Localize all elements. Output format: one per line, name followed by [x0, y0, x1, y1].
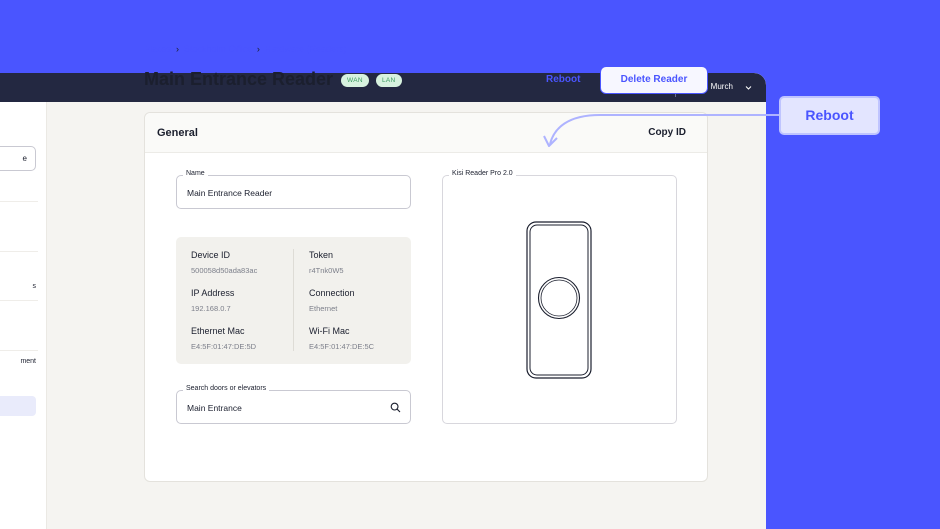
card-title: General [157, 127, 198, 139]
breadcrumb-separator: › [176, 44, 180, 54]
door-search-label: Search doors or elevators [183, 385, 270, 392]
ethernet-mac-label: Ethernet Mac [191, 326, 245, 336]
breadcrumb-stockholm-office[interactable]: Stockholm Office [184, 44, 252, 54]
ethernet-mac-value: E4:5F:01:47:DE:5D [191, 342, 257, 351]
name-field[interactable]: Name Main Entrance Reader [176, 170, 411, 209]
token-label: Token [309, 250, 334, 260]
sidebar-item-label[interactable]: ment [20, 358, 36, 365]
callout-arrow-icon [543, 114, 780, 147]
door-search-value: Main Entrance [187, 403, 242, 413]
name-field-label: Name [183, 170, 208, 177]
wifi-mac-value: E4:5F:01:47:DE:5C [309, 342, 375, 351]
reader-illustration-icon [526, 221, 592, 379]
sidebar-divider [0, 350, 38, 351]
breadcrumb-hardware-readers[interactable]: Hardware (Readers) [265, 44, 347, 54]
breadcrumb: Places › Stockholm Office › Hardware (Reader… [144, 44, 346, 54]
ip-address-value: 192.168.0.7 [191, 304, 231, 313]
wifi-mac-label: Wi-Fi Mac [309, 326, 350, 336]
reboot-button[interactable]: Reboot [546, 74, 580, 85]
breadcrumb-separator: › [256, 44, 260, 54]
page-title: Main Entrance Reader [144, 69, 334, 89]
connection-label: Connection [309, 288, 355, 298]
wan-badge: WAN [341, 74, 369, 87]
name-field-value: Main Entrance Reader [187, 188, 273, 198]
breadcrumb-places[interactable]: Places [144, 44, 171, 54]
sidebar-item-active[interactable] [0, 396, 36, 416]
device-info-panel: Device ID 500058d50ada83ac Token r4Tnk0W… [176, 237, 411, 364]
door-search-input[interactable]: Search doors or elevators Main Entrance [176, 385, 411, 424]
lan-badge: LAN [376, 74, 402, 87]
sidebar-divider [0, 300, 38, 301]
delete-reader-button[interactable]: Delete Reader [600, 66, 708, 94]
sidebar-divider [0, 201, 38, 202]
sidebar: e s ment [0, 102, 47, 529]
sidebar-item-label[interactable]: s [33, 283, 37, 290]
device-model-label: Kisi Reader Pro 2.0 [449, 170, 516, 177]
token-value: r4Tnk0W5 [309, 266, 344, 275]
info-divider [293, 249, 294, 351]
device-id-label: Device ID [191, 250, 231, 260]
reboot-callout: Reboot [779, 96, 880, 135]
sidebar-search-value: e [22, 154, 27, 163]
search-icon[interactable] [390, 402, 401, 413]
device-id-value: 500058d50ada83ac [191, 266, 258, 275]
chevron-down-icon[interactable] [744, 83, 753, 92]
device-preview-panel: Kisi Reader Pro 2.0 [442, 170, 677, 424]
sidebar-divider [0, 251, 38, 252]
sidebar-search-input[interactable]: e [0, 146, 36, 171]
ip-address-label: IP Address [191, 288, 235, 298]
connection-value: Ethernet [309, 304, 338, 313]
general-card: General Copy ID Name Main Entrance Reade… [144, 112, 708, 482]
